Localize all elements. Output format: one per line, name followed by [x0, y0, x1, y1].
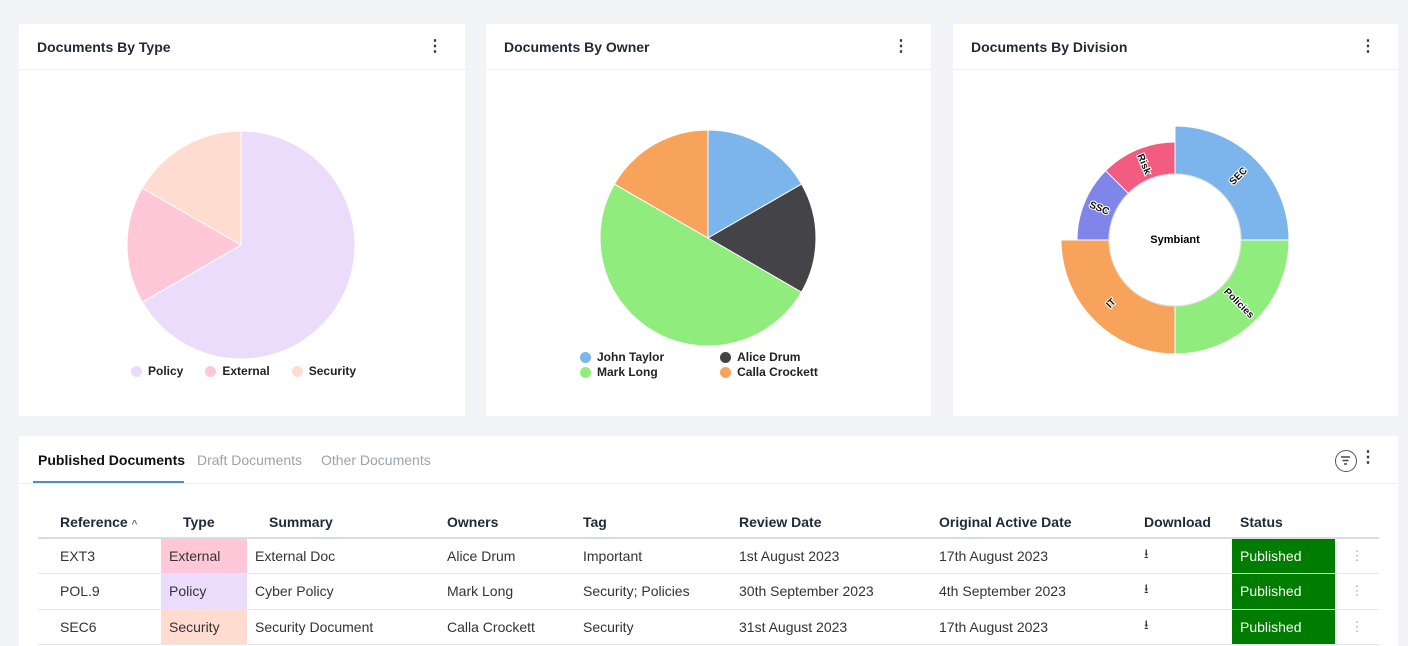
column-header-tag[interactable]: Tag [561, 506, 717, 539]
column-header-original-active-date[interactable]: Original Active Date [917, 506, 1122, 539]
kebab-menu-icon[interactable]: ⋮ [1356, 38, 1380, 55]
legend-item-mark-long[interactable]: Mark Long [580, 365, 664, 379]
column-header-type[interactable]: Type [161, 506, 247, 539]
cell-type: External [161, 538, 247, 574]
kebab-menu-icon[interactable]: ⋮ [889, 38, 913, 55]
filter-button[interactable] [1335, 450, 1357, 472]
column-header-summary[interactable]: Summary [247, 506, 425, 539]
cell-tag: Important [561, 538, 717, 574]
cell-owners: Alice Drum [425, 538, 561, 574]
legend-dot [205, 365, 217, 377]
card-header: Documents By Type ⋮ [19, 24, 465, 70]
row-kebab-menu-icon[interactable]: ⋮ [1335, 573, 1379, 610]
filter-icon [1341, 456, 1350, 465]
status-badge: Published [1232, 538, 1335, 574]
column-header-actions [1335, 506, 1379, 539]
documents-table-card: Published Documents Draft Documents Othe… [19, 436, 1398, 646]
column-header-review-date[interactable]: Review Date [717, 506, 917, 539]
legend-dot [720, 366, 732, 378]
active-tab-indicator [33, 481, 184, 483]
cell-type: Security [161, 609, 247, 645]
legend-label: Mark Long [597, 365, 658, 379]
tab-other-documents[interactable]: Other Documents [321, 452, 431, 468]
row-kebab-menu-icon[interactable]: ⋮ [1335, 538, 1379, 574]
legend-label: Security [308, 364, 357, 378]
table-header-row: Reference ^ Type Summary Owners Tag Revi… [38, 506, 1379, 539]
legend-item-calla-crockett[interactable]: Calla Crockett [720, 365, 818, 379]
cell-review-date: 31st August 2023 [717, 609, 917, 645]
legend-label: Alice Drum [737, 350, 801, 364]
row-kebab-menu-icon[interactable]: ⋮ [1335, 609, 1379, 645]
card-header: Documents By Owner ⋮ [486, 24, 931, 70]
document-tabs: Published Documents Draft Documents Othe… [19, 436, 1398, 484]
card-title: Documents By Type [37, 38, 171, 55]
sort-ascending-icon: ^ [131, 518, 138, 530]
cell-review-date: 1st August 2023 [717, 538, 917, 574]
cell-type: Policy [161, 573, 247, 610]
table-kebab-menu-icon[interactable]: ⋮ [1356, 450, 1380, 466]
card-header: Documents By Division ⋮ [953, 24, 1398, 70]
documents-table: Reference ^ Type Summary Owners Tag Revi… [38, 506, 1379, 645]
pie-chart-owner [599, 129, 817, 347]
column-header-owners[interactable]: Owners [425, 506, 561, 539]
cell-download: ⭳ [1122, 609, 1232, 645]
card-documents-by-division: Documents By Division ⋮ SEC Policies IT SSC… [953, 24, 1398, 416]
cell-reference: SEC6 [38, 609, 161, 645]
card-documents-by-owner: Documents By Owner ⋮ John Taylor Alice Dr… [486, 24, 931, 416]
download-icon[interactable]: ⭳ [1144, 617, 1149, 632]
card-documents-by-type: Documents By Type ⋮ Policy External Securi… [19, 24, 465, 416]
table-row[interactable]: SEC6 Security Security Document Calla Cr… [38, 609, 1379, 645]
kebab-menu-icon[interactable]: ⋮ [423, 38, 447, 55]
legend-dot [580, 366, 591, 378]
legend-dot [291, 365, 303, 377]
cell-tag: Security; Policies [561, 573, 717, 610]
cell-summary: Security Document [247, 609, 425, 645]
cell-summary: Cyber Policy [247, 573, 425, 610]
legend-item-external[interactable]: External [205, 364, 270, 378]
download-icon[interactable]: ⭳ [1144, 581, 1149, 596]
cell-tag: Security [561, 609, 717, 645]
cell-original-active-date: 4th September 2023 [917, 573, 1122, 610]
table-row[interactable]: POL.9 Policy Cyber Policy Mark Long Secu… [38, 573, 1379, 610]
cell-owners: Calla Crockett [425, 609, 561, 645]
legend-item-john-taylor[interactable]: John Taylor [580, 350, 664, 364]
column-header-status[interactable]: Status [1232, 506, 1335, 539]
legend-label: Policy [148, 364, 184, 378]
cell-download: ⭳ [1122, 573, 1232, 610]
donut-chart-division: SECPoliciesITSSCRiskSymbiant [1060, 125, 1290, 355]
cell-owners: Mark Long [425, 573, 561, 610]
download-icon[interactable]: ⭳ [1144, 546, 1149, 561]
legend-item-security[interactable]: Security [291, 364, 357, 378]
cell-original-active-date: 17th August 2023 [917, 538, 1122, 574]
pie-chart-type [126, 130, 356, 360]
column-header-reference[interactable]: Reference ^ [38, 506, 161, 539]
legend-label: John Taylor [597, 350, 665, 364]
legend-dot [720, 351, 732, 363]
donut-center-label: Symbiant [1150, 234, 1200, 246]
legend: Policy External Security [131, 364, 378, 380]
status-badge: Published [1232, 573, 1335, 610]
legend-dot [131, 365, 142, 377]
legend: John Taylor Alice Drum Mark Long Calla Croc… [580, 350, 840, 379]
legend-dot [580, 351, 591, 363]
table-row[interactable]: EXT3 External External Doc Alice Drum Im… [38, 538, 1379, 574]
legend-label: External [222, 364, 270, 378]
legend-label: Calla Crockett [737, 365, 818, 379]
cell-reference: POL.9 [38, 573, 161, 610]
status-badge: Published [1232, 609, 1335, 645]
legend-item-policy[interactable]: Policy [131, 364, 183, 378]
cell-original-active-date: 17th August 2023 [917, 609, 1122, 645]
tab-published-documents[interactable]: Published Documents [38, 452, 185, 468]
tab-draft-documents[interactable]: Draft Documents [197, 452, 302, 468]
cell-download: ⭳ [1122, 538, 1232, 574]
card-title: Documents By Division [971, 38, 1128, 55]
card-title: Documents By Owner [504, 38, 650, 55]
cell-reference: EXT3 [38, 538, 161, 574]
legend-item-alice-drum[interactable]: Alice Drum [720, 350, 818, 364]
column-header-download[interactable]: Download [1122, 506, 1232, 539]
cell-review-date: 30th September 2023 [717, 573, 917, 610]
cell-summary: External Doc [247, 538, 425, 574]
